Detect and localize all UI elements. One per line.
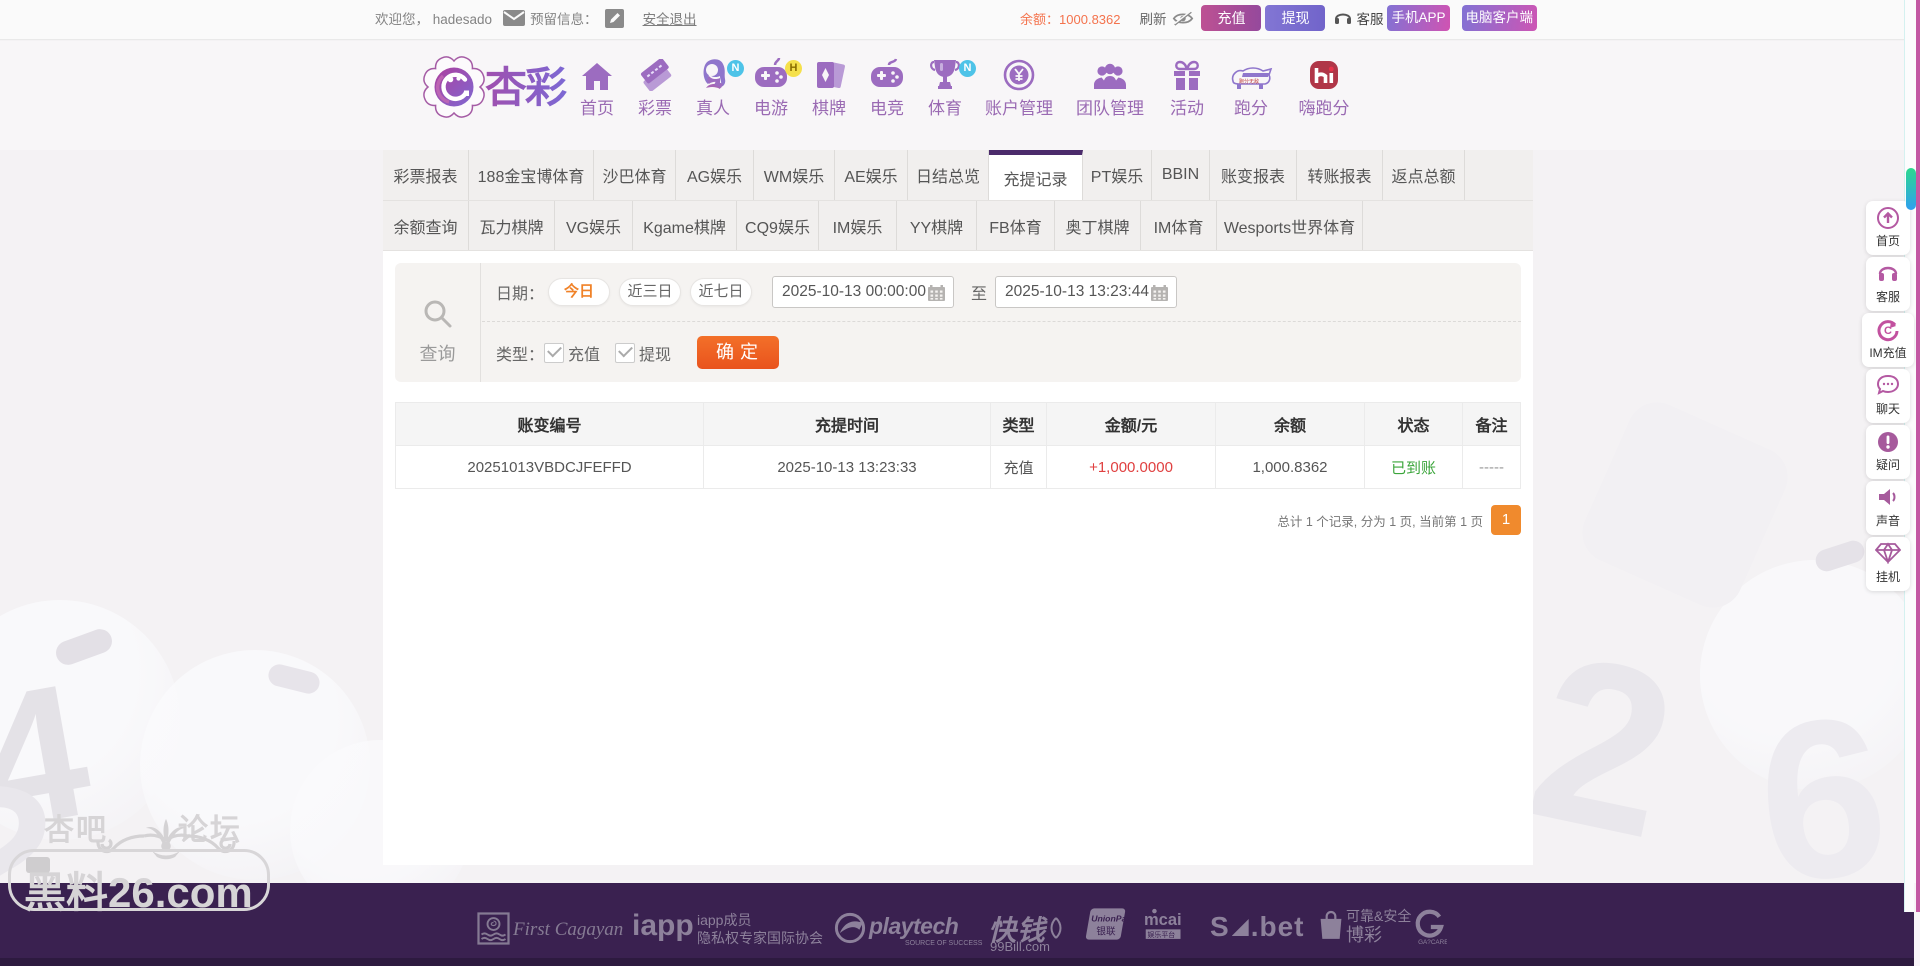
svg-text:娱乐平台: 娱乐平台 [1147,930,1175,939]
svg-text:跑分无敌: 跑分无敌 [1239,78,1259,85]
svg-text:GA?CARE: GA?CARE [1418,939,1447,945]
svg-text:UnionPay: UnionPay [1091,913,1132,923]
svg-text:mcai: mcai [1144,910,1182,929]
svg-text:杏彩: 杏彩 [485,64,567,111]
svg-text:C: C [1884,325,1892,337]
svg-text:银联: 银联 [1096,925,1116,937]
